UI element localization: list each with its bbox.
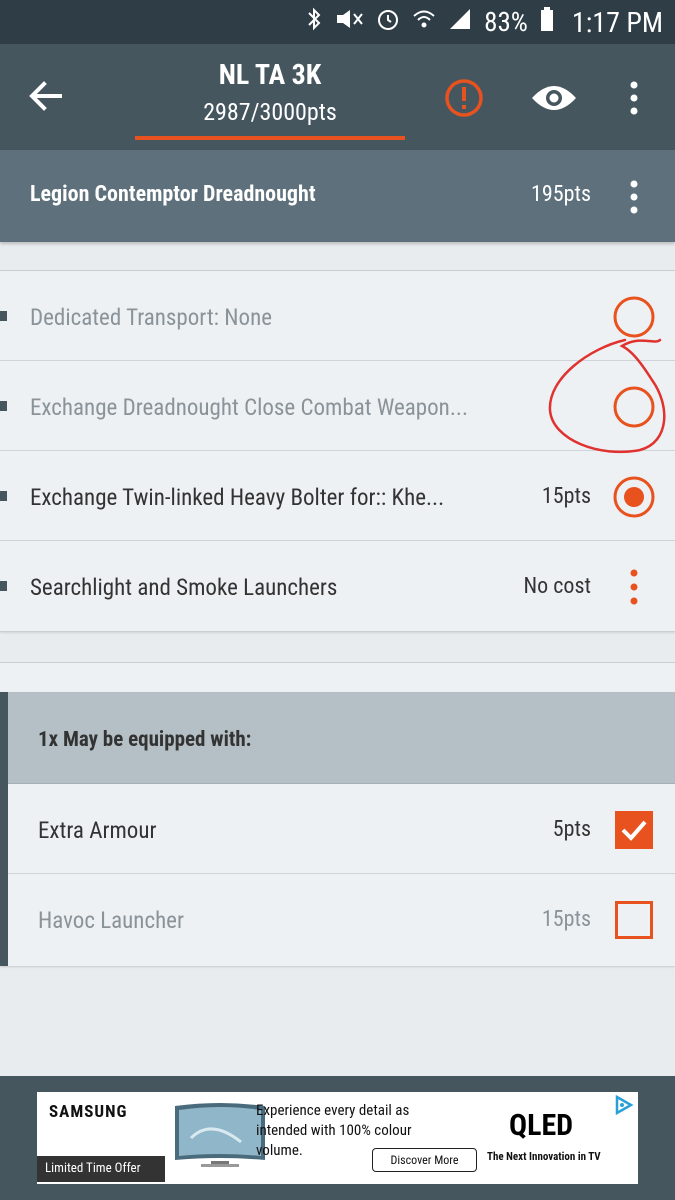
group-header-label: 1x May be equipped with: [38, 728, 252, 752]
row-marker [0, 491, 7, 501]
ad-banner-bar: SAMSUNG Limited Time Offer Experience ev… [0, 1076, 675, 1200]
more-vert-icon[interactable] [620, 80, 648, 116]
option-label: Exchange Twin-linked Heavy Bolter for:: … [30, 484, 445, 511]
mute-icon [334, 6, 364, 39]
option-row-searchlight[interactable]: Searchlight and Smoke Launchers No cost [0, 541, 675, 631]
options-list: Dedicated Transport: None Exchange Dread… [0, 270, 675, 632]
status-icons: 83% 1:17 PM [306, 0, 675, 44]
app-bar: NL TA 3K 2987/3000pts [0, 44, 675, 150]
option-row-exchange-ccw[interactable]: Exchange Dreadnought Close Combat Weapon… [0, 361, 675, 451]
option-cost: 5pts [552, 817, 591, 842]
back-arrow-icon[interactable] [24, 74, 68, 118]
unit-points: 195pts [531, 182, 591, 207]
more-vert-orange-icon[interactable] [620, 567, 664, 611]
radio-unselected-icon[interactable] [612, 295, 656, 339]
row-marker [0, 914, 7, 924]
radio-selected-icon[interactable] [612, 475, 656, 519]
ad-banner[interactable]: SAMSUNG Limited Time Offer Experience ev… [37, 1092, 638, 1184]
roster-points: 2987/3000pts [203, 98, 337, 126]
battery-percent: 83% [484, 6, 528, 38]
equipment-group: 1x May be equipped with: Extra Armour 5p… [0, 692, 675, 966]
section-divider [0, 662, 675, 692]
unit-name: Legion Contemptor Dreadnought [30, 182, 316, 207]
unit-more-vert-icon[interactable] [620, 178, 648, 216]
option-row-extra-armour[interactable]: Extra Armour 5pts [0, 784, 675, 874]
roster-title: NL TA 3K [218, 58, 322, 91]
status-bar: 83% 1:17 PM [0, 0, 675, 44]
option-cost: 15pts [541, 907, 591, 932]
ad-brand: SAMSUNG [49, 1102, 128, 1122]
title-underline [135, 136, 405, 140]
checkbox-unchecked-icon[interactable] [612, 898, 656, 942]
checkbox-checked-icon[interactable] [612, 808, 656, 852]
clock: 1:17 PM [571, 5, 663, 39]
warning-icon[interactable] [444, 78, 484, 118]
row-marker [0, 401, 7, 411]
signal-icon [448, 7, 472, 38]
option-label: Searchlight and Smoke Launchers [30, 574, 338, 601]
ad-offer: Limited Time Offer [37, 1156, 165, 1182]
option-label: Exchange Dreadnought Close Combat Weapon… [30, 394, 469, 421]
battery-icon [540, 6, 554, 39]
option-row-exchange-heavy-bolter[interactable]: Exchange Twin-linked Heavy Bolter for:: … [0, 451, 675, 541]
option-cost: 15pts [541, 484, 591, 509]
adchoices-icon[interactable] [612, 1094, 634, 1116]
row-marker [0, 311, 7, 321]
option-label: Dedicated Transport: None [30, 304, 273, 331]
unit-header[interactable]: Legion Contemptor Dreadnought 195pts [0, 150, 675, 242]
option-cost: No cost [523, 574, 591, 599]
eye-icon[interactable] [530, 82, 578, 114]
radio-unselected-icon[interactable] [612, 385, 656, 429]
ad-tagline: The Next Innovation in TV [487, 1150, 601, 1163]
group-header: 1x May be equipped with: [8, 692, 675, 784]
wifi-icon [412, 7, 436, 38]
ad-product: QLED [509, 1108, 574, 1143]
ad-cta-button[interactable]: Discover More [372, 1148, 477, 1172]
bluetooth-icon [306, 6, 322, 39]
option-row-dedicated-transport[interactable]: Dedicated Transport: None [0, 271, 675, 361]
tv-image [171, 1098, 269, 1178]
option-label: Extra Armour [38, 817, 157, 844]
row-marker [0, 581, 7, 591]
row-marker [0, 824, 7, 834]
option-row-havoc-launcher[interactable]: Havoc Launcher 15pts [0, 874, 675, 964]
option-label: Havoc Launcher [38, 907, 184, 934]
alarm-icon [376, 6, 400, 39]
